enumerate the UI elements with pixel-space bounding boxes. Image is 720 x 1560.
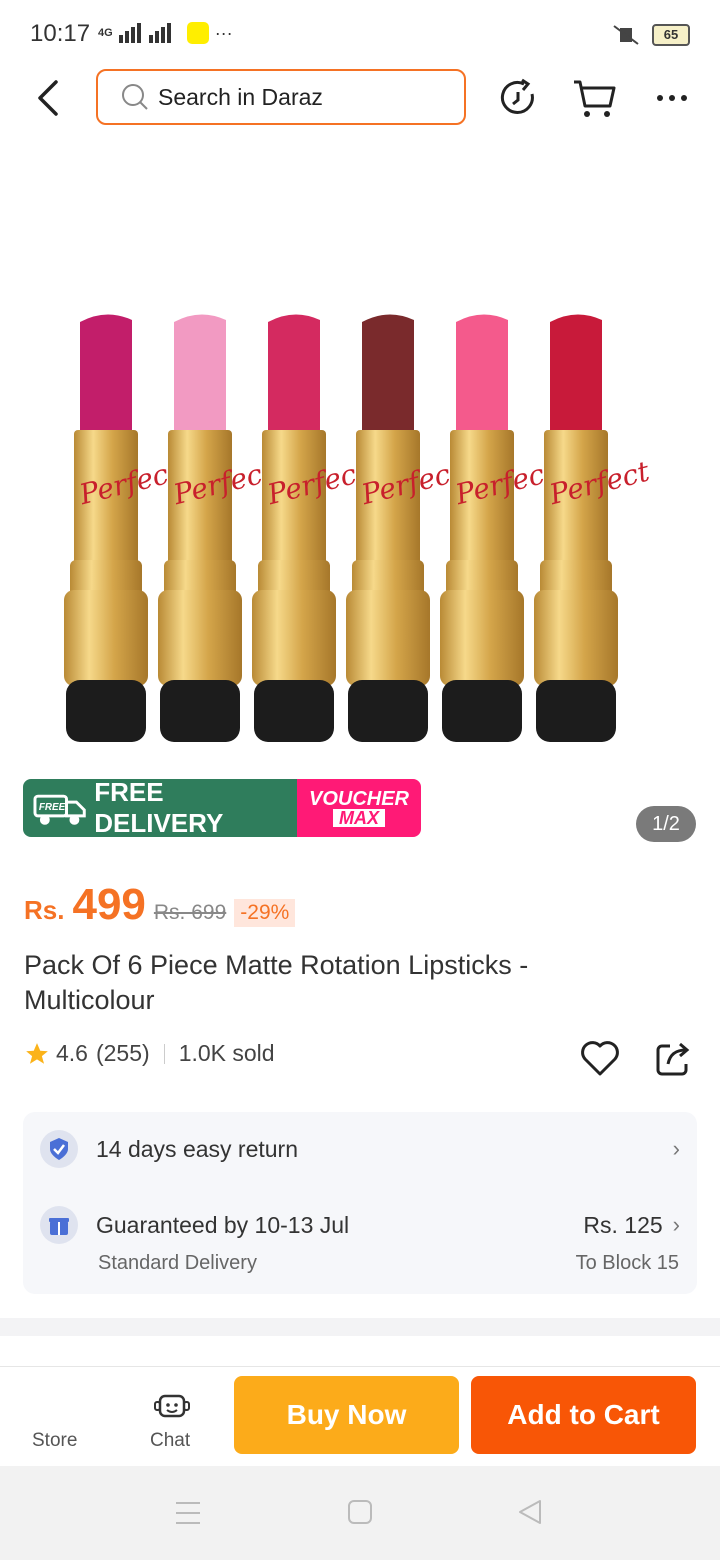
search-placeholder: Search in Daraz (158, 83, 323, 110)
voucher-max-label: MAX (333, 809, 385, 827)
delivery-type: Standard Delivery (98, 1252, 257, 1274)
discount-badge: -29% (234, 899, 296, 927)
promo-banner: FREE FREE DELIVERY VOUCHER MAX (23, 779, 421, 837)
section-divider (0, 1318, 720, 1336)
voucher-max-badge: VOUCHER MAX (297, 779, 421, 837)
free-tag: FREE (39, 802, 66, 813)
add-to-cart-button[interactable]: Add to Cart (471, 1376, 696, 1454)
more-icon[interactable] (650, 76, 694, 120)
sold-count: 1.0K sold (178, 1040, 275, 1066)
shield-check-icon (40, 1130, 78, 1168)
star-icon (26, 1042, 48, 1064)
original-price: Rs. 699 (153, 901, 227, 924)
system-nav-bar (0, 1466, 720, 1560)
return-policy-row[interactable]: 14 days easy return › (40, 1130, 680, 1168)
chevron-right-icon: › (672, 1212, 680, 1237)
truck-icon: FREE (33, 794, 86, 825)
signal-icon (118, 23, 171, 43)
chat-icon[interactable] (154, 1392, 190, 1424)
gift-icon (40, 1206, 78, 1244)
chevron-right-icon: › (672, 1136, 680, 1161)
back-nav-icon[interactable] (516, 1498, 544, 1526)
heart-icon[interactable] (578, 1036, 622, 1080)
store-button[interactable]: Store (32, 1430, 77, 1452)
menu-nav-icon[interactable] (174, 1500, 202, 1526)
battery-indicator: 65 (652, 24, 690, 46)
current-price: 499 (72, 880, 146, 929)
history-icon[interactable] (496, 76, 540, 120)
silent-icon (613, 25, 639, 45)
more-notifications-icon: ··· (214, 22, 233, 43)
free-delivery-label: FREE DELIVERY (94, 779, 224, 837)
rating-score: 4.6 (56, 1040, 88, 1066)
search-input[interactable]: Search in Daraz (96, 69, 466, 125)
cart-icon[interactable] (572, 76, 616, 120)
status-icons: 4G ··· (98, 22, 233, 44)
delivery-guarantee: Guaranteed by 10-13 Jul (96, 1211, 350, 1238)
back-arrow-icon[interactable] (30, 76, 70, 120)
rating-divider (163, 1043, 165, 1064)
product-image[interactable]: PerfectPerfectPerfectPerfectPerfectPerfe… (0, 150, 720, 770)
search-icon (122, 84, 148, 110)
price-row: Rs. 499 Rs. 699 -29% (24, 880, 296, 930)
lipstick-6: Perfect (534, 314, 653, 742)
chat-button[interactable]: Chat (150, 1430, 190, 1452)
product-title: Pack Of 6 Piece Matte Rotation Lipsticks… (24, 950, 529, 1015)
return-policy-text: 14 days easy return (96, 1135, 299, 1162)
buy-now-button[interactable]: Buy Now (234, 1376, 459, 1454)
voucher-label: VOUCHER (308, 788, 409, 810)
currency-label: Rs. (24, 895, 65, 925)
free-delivery-badge: FREE FREE DELIVERY (23, 779, 297, 837)
delivery-fee: Rs. 125 (583, 1211, 663, 1238)
rating-count: (255) (95, 1040, 150, 1066)
rating-row[interactable]: 4.6 (255) 1.0K sold (24, 1040, 275, 1067)
share-icon[interactable] (652, 1036, 696, 1080)
snapchat-icon (186, 22, 209, 44)
delivery-row[interactable]: Guaranteed by 10-13 Jul Rs. 125 › (40, 1206, 680, 1244)
home-nav-icon[interactable] (346, 1498, 374, 1526)
network-label: 4G (98, 27, 113, 39)
image-counter: 1/2 (636, 806, 696, 842)
status-time: 10:17 (30, 20, 91, 47)
delivery-location: To Block 15 (575, 1252, 679, 1274)
